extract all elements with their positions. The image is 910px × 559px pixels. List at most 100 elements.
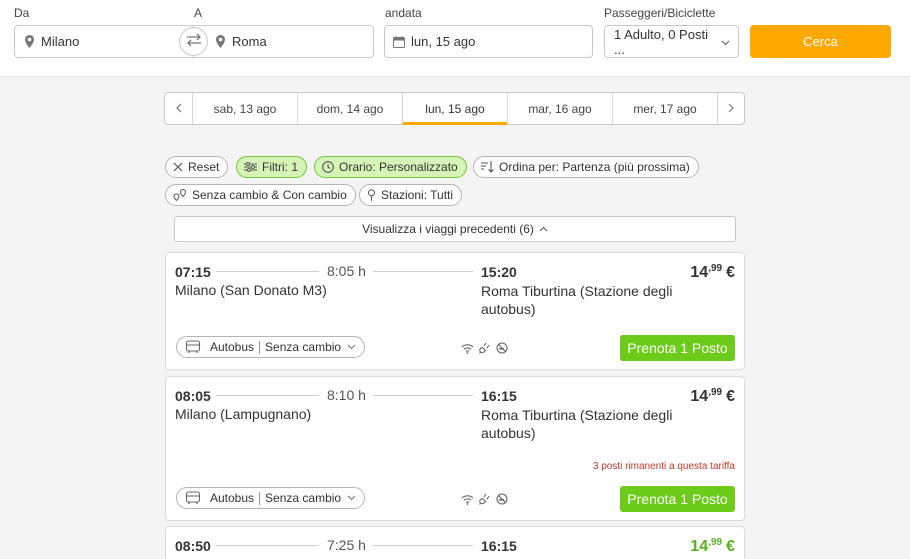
date-selector: sab, 13 ago dom, 14 ago lun, 15 ago mar,…: [164, 92, 745, 125]
trip-details-toggle[interactable]: Autobus Senza cambio: [176, 336, 366, 358]
trip-price: 14,99 €: [690, 537, 735, 556]
trip-price: 14,99 €: [690, 387, 735, 406]
arrival-time: 16:15: [481, 388, 517, 404]
chevron-left-icon: [175, 101, 182, 116]
transfer-type: Senza cambio: [265, 491, 342, 505]
wifi-icon: [461, 494, 474, 505]
passengers-select[interactable]: 1 Adulto, 0 Posti ...: [604, 25, 739, 58]
station-pin-icon: [368, 189, 375, 201]
price-decimals: ,99: [708, 537, 723, 548]
date-tab[interactable]: mar, 16 ago: [507, 93, 612, 124]
chevron-down-icon: [347, 495, 356, 501]
book-seat-button[interactable]: Prenota 1 Posto: [620, 335, 735, 361]
stations-label: Stazioni: Tutti: [381, 188, 454, 202]
amenities: [461, 493, 508, 505]
to-value: Roma: [232, 34, 267, 49]
price-currency: €: [726, 264, 735, 281]
departure-time: 08:05: [175, 388, 211, 404]
chevron-down-icon: [721, 34, 730, 49]
departure-time: 07:15: [175, 264, 211, 280]
search-header: Da A andata Passeggeri/Biciclette Milano…: [0, 0, 910, 77]
route-pins-icon: [173, 189, 187, 201]
date-tab[interactable]: sab, 13 ago: [192, 93, 297, 124]
passengers-value: 1 Adulto, 0 Posti ...: [614, 26, 708, 57]
filters-chip[interactable]: Filtri: 1: [236, 156, 307, 178]
date-tab[interactable]: dom, 14 ago: [297, 93, 402, 124]
to-field[interactable]: Roma: [193, 25, 374, 58]
timeline-divider: [373, 395, 473, 396]
calendar-icon: [393, 35, 405, 49]
date-field[interactable]: lun, 15 ago: [384, 25, 593, 58]
chevron-down-icon: [347, 344, 356, 350]
book-seat-button[interactable]: Prenota 1 Posto: [620, 486, 735, 512]
price-integer: 14: [690, 388, 709, 405]
trip-card[interactable]: 08:50 7:25 h 16:15 14,99 €: [165, 526, 745, 559]
sort-chip[interactable]: Ordina per: Partenza (più prossima): [473, 156, 699, 178]
arrival-time: 15:20: [481, 264, 517, 280]
divider: [259, 340, 261, 354]
time-filter-chip[interactable]: Orario: Personalizzato: [314, 156, 467, 178]
no-smoking-icon: [496, 493, 508, 505]
timeline-divider: [216, 395, 319, 396]
timeline-divider: [216, 545, 319, 546]
arrival-time: 16:15: [481, 538, 517, 554]
timeline-divider: [373, 271, 473, 272]
passengers-label: Passeggeri/Biciclette: [604, 6, 716, 20]
chevron-right-icon: [728, 101, 734, 116]
date-tab-active[interactable]: lun, 15 ago: [402, 93, 507, 125]
arrival-station: Roma Tiburtina (Stazione degli autobus): [481, 283, 673, 317]
filters-label: Filtri: 1: [262, 160, 298, 174]
bus-icon: [185, 491, 201, 504]
swap-cities-button[interactable]: [179, 27, 208, 56]
clock-icon: [322, 161, 334, 173]
no-smoking-icon: [496, 342, 508, 354]
arrival-station: Roma Tiburtina (Stazione degli autobus): [481, 407, 673, 441]
price-currency: €: [726, 388, 735, 405]
price-integer: 14: [690, 264, 709, 281]
location-pin-icon: [23, 35, 35, 49]
vehicle-type: Autobus: [210, 340, 255, 354]
trip-duration: 8:05 h: [327, 263, 366, 279]
date-tab[interactable]: mer, 17 ago: [612, 93, 717, 124]
price-currency: €: [726, 538, 735, 555]
trip-duration: 8:10 h: [327, 387, 366, 403]
transfer-type: Senza cambio: [265, 340, 342, 354]
search-button[interactable]: Cerca: [750, 25, 891, 58]
timeline-divider: [216, 271, 319, 272]
timeline-divider: [373, 545, 473, 546]
departure-station: Milano (Lampugnano): [175, 406, 312, 422]
power-plug-icon: [479, 342, 490, 354]
transfers-chip[interactable]: Senza cambio & Con cambio: [165, 184, 356, 206]
show-previous-trips-button[interactable]: Visualizza i viaggi precedenti (6): [174, 216, 736, 242]
from-field[interactable]: Milano: [14, 25, 194, 58]
to-label: A: [194, 6, 203, 20]
price-decimals: ,99: [708, 263, 723, 274]
bus-icon: [185, 340, 201, 353]
wifi-icon: [461, 343, 474, 354]
trip-card[interactable]: 08:05 8:10 h 16:15 Milano (Lampugnano) R…: [165, 376, 745, 521]
trip-duration: 7:25 h: [327, 537, 366, 553]
reset-filters-chip[interactable]: Reset: [165, 156, 229, 178]
departure-time: 08:50: [175, 538, 211, 554]
trip-details-toggle[interactable]: Autobus Senza cambio: [176, 487, 366, 509]
previous-trips-label: Visualizza i viaggi precedenti (6): [362, 222, 534, 236]
next-date-button[interactable]: [717, 93, 744, 124]
reset-label: Reset: [188, 160, 220, 174]
departure-station: Milano (San Donato M3): [175, 282, 327, 298]
amenities: [461, 342, 508, 354]
price-integer: 14: [690, 538, 709, 555]
sort-label: Ordina per: Partenza (più prossima): [499, 160, 690, 174]
from-label: Da: [14, 6, 30, 20]
sliders-icon: [244, 162, 257, 172]
trip-card[interactable]: 07:15 8:05 h 15:20 Milano (San Donato M3…: [165, 252, 745, 370]
vehicle-type: Autobus: [210, 491, 255, 505]
price-decimals: ,99: [708, 387, 723, 398]
location-pin-icon: [214, 35, 226, 49]
prev-date-button[interactable]: [165, 93, 192, 124]
time-filter-label: Orario: Personalizzato: [339, 160, 458, 174]
chevron-up-icon: [539, 226, 548, 232]
stations-chip[interactable]: Stazioni: Tutti: [359, 184, 463, 206]
close-icon: [173, 162, 183, 172]
from-value: Milano: [41, 34, 80, 49]
power-plug-icon: [479, 493, 490, 505]
